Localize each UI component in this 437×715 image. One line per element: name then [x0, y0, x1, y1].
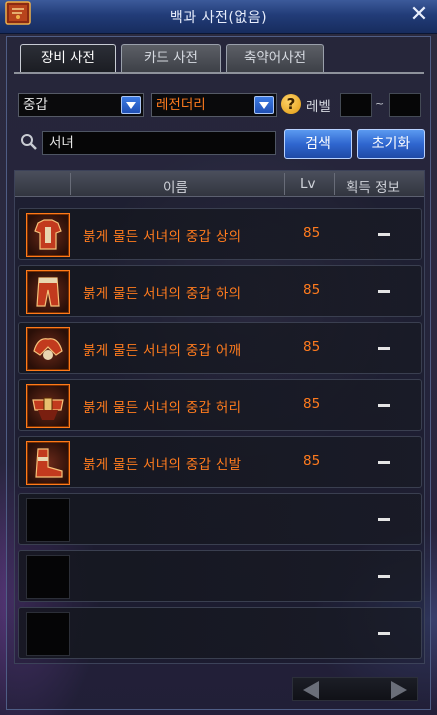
- list-item[interactable]: [18, 550, 422, 602]
- rarity-select-value: 레전더리: [156, 97, 206, 113]
- header-divider: [70, 173, 71, 195]
- tab-underline: [14, 72, 424, 74]
- close-button[interactable]: ✕: [407, 2, 431, 27]
- empty-slot: [26, 612, 70, 656]
- acquire-info-dash: [378, 290, 390, 293]
- list-item[interactable]: 붉게 물든 서녀의 중갑 하의 85: [18, 265, 422, 317]
- chevron-down-icon[interactable]: [121, 96, 141, 114]
- item-level: 85: [303, 396, 321, 412]
- acquire-info-dash: [378, 518, 390, 521]
- category-select[interactable]: 중갑: [18, 93, 144, 117]
- acquire-info-dash: [378, 632, 390, 635]
- armor-shoulder-icon[interactable]: [26, 327, 70, 371]
- armor-bottom-icon[interactable]: [26, 270, 70, 314]
- item-name: 붉게 물든 서녀의 중갑 허리: [83, 400, 242, 416]
- help-icon[interactable]: ?: [281, 94, 301, 114]
- armor-top-icon[interactable]: [26, 213, 70, 257]
- armor-belt-icon[interactable]: [26, 384, 70, 428]
- header-lv: Lv: [300, 176, 316, 192]
- search-icon: [21, 134, 37, 150]
- search-button[interactable]: 검색: [284, 129, 352, 159]
- item-level: 85: [303, 453, 321, 469]
- item-name: 붉게 물든 서녀의 중갑 신발: [83, 457, 242, 473]
- tab-abbreviation[interactable]: 축약어사전: [226, 44, 324, 72]
- list-item[interactable]: 붉게 물든 서녀의 중갑 허리 85: [18, 379, 422, 431]
- category-select-value: 중갑: [23, 97, 48, 113]
- item-name: 붉게 물든 서녀의 중갑 어깨: [83, 343, 242, 359]
- level-from-input[interactable]: [340, 93, 372, 117]
- tab-card[interactable]: 카드 사전: [121, 44, 221, 72]
- window-title: 백과 사전(없음): [169, 10, 268, 26]
- item-name: 붉게 물든 서녀의 중갑 하의: [83, 286, 242, 302]
- list-item[interactable]: 붉게 물든 서녀의 중갑 상의 85: [18, 208, 422, 260]
- acquire-info-dash: [378, 347, 390, 350]
- title-bar[interactable]: 백과 사전(없음) ✕: [0, 0, 437, 34]
- level-range-separator: ~: [375, 97, 385, 110]
- acquire-info-dash: [378, 233, 390, 236]
- item-level: 85: [303, 225, 321, 241]
- next-page-icon[interactable]: [391, 681, 407, 699]
- pager: [292, 677, 418, 701]
- list-item[interactable]: 붉게 물든 서녀의 중갑 어깨 85: [18, 322, 422, 374]
- header-divider: [284, 173, 285, 195]
- list-item[interactable]: [18, 607, 422, 659]
- rarity-select[interactable]: 레전더리: [151, 93, 277, 117]
- chevron-down-icon[interactable]: [254, 96, 274, 114]
- header-acquire-info: 획득 정보: [346, 180, 400, 196]
- search-input[interactable]: 서녀: [42, 131, 276, 155]
- reset-button[interactable]: 초기화: [357, 129, 425, 159]
- acquire-info-dash: [378, 575, 390, 578]
- item-name: 붉게 물든 서녀의 중갑 상의: [83, 229, 242, 245]
- close-icon: ✕: [409, 2, 429, 27]
- header-name: 이름: [163, 180, 188, 196]
- acquire-info-dash: [378, 404, 390, 407]
- item-level: 85: [303, 339, 321, 355]
- encyclopedia-window: 백과 사전(없음) ✕ 장비 사전 카드 사전 축약어사전 중갑 레전더리 ? …: [0, 0, 437, 715]
- list-item[interactable]: [18, 493, 422, 545]
- level-to-input[interactable]: [389, 93, 421, 117]
- tab-equipment[interactable]: 장비 사전: [20, 44, 116, 72]
- armor-shoes-icon[interactable]: [26, 441, 70, 485]
- empty-slot: [26, 498, 70, 542]
- prev-page-icon[interactable]: [303, 681, 319, 699]
- list-item[interactable]: 붉게 물든 서녀의 중갑 신발 85: [18, 436, 422, 488]
- level-label: 레벨: [306, 99, 331, 115]
- item-level: 85: [303, 282, 321, 298]
- empty-slot: [26, 555, 70, 599]
- header-divider: [334, 173, 335, 195]
- acquire-info-dash: [378, 461, 390, 464]
